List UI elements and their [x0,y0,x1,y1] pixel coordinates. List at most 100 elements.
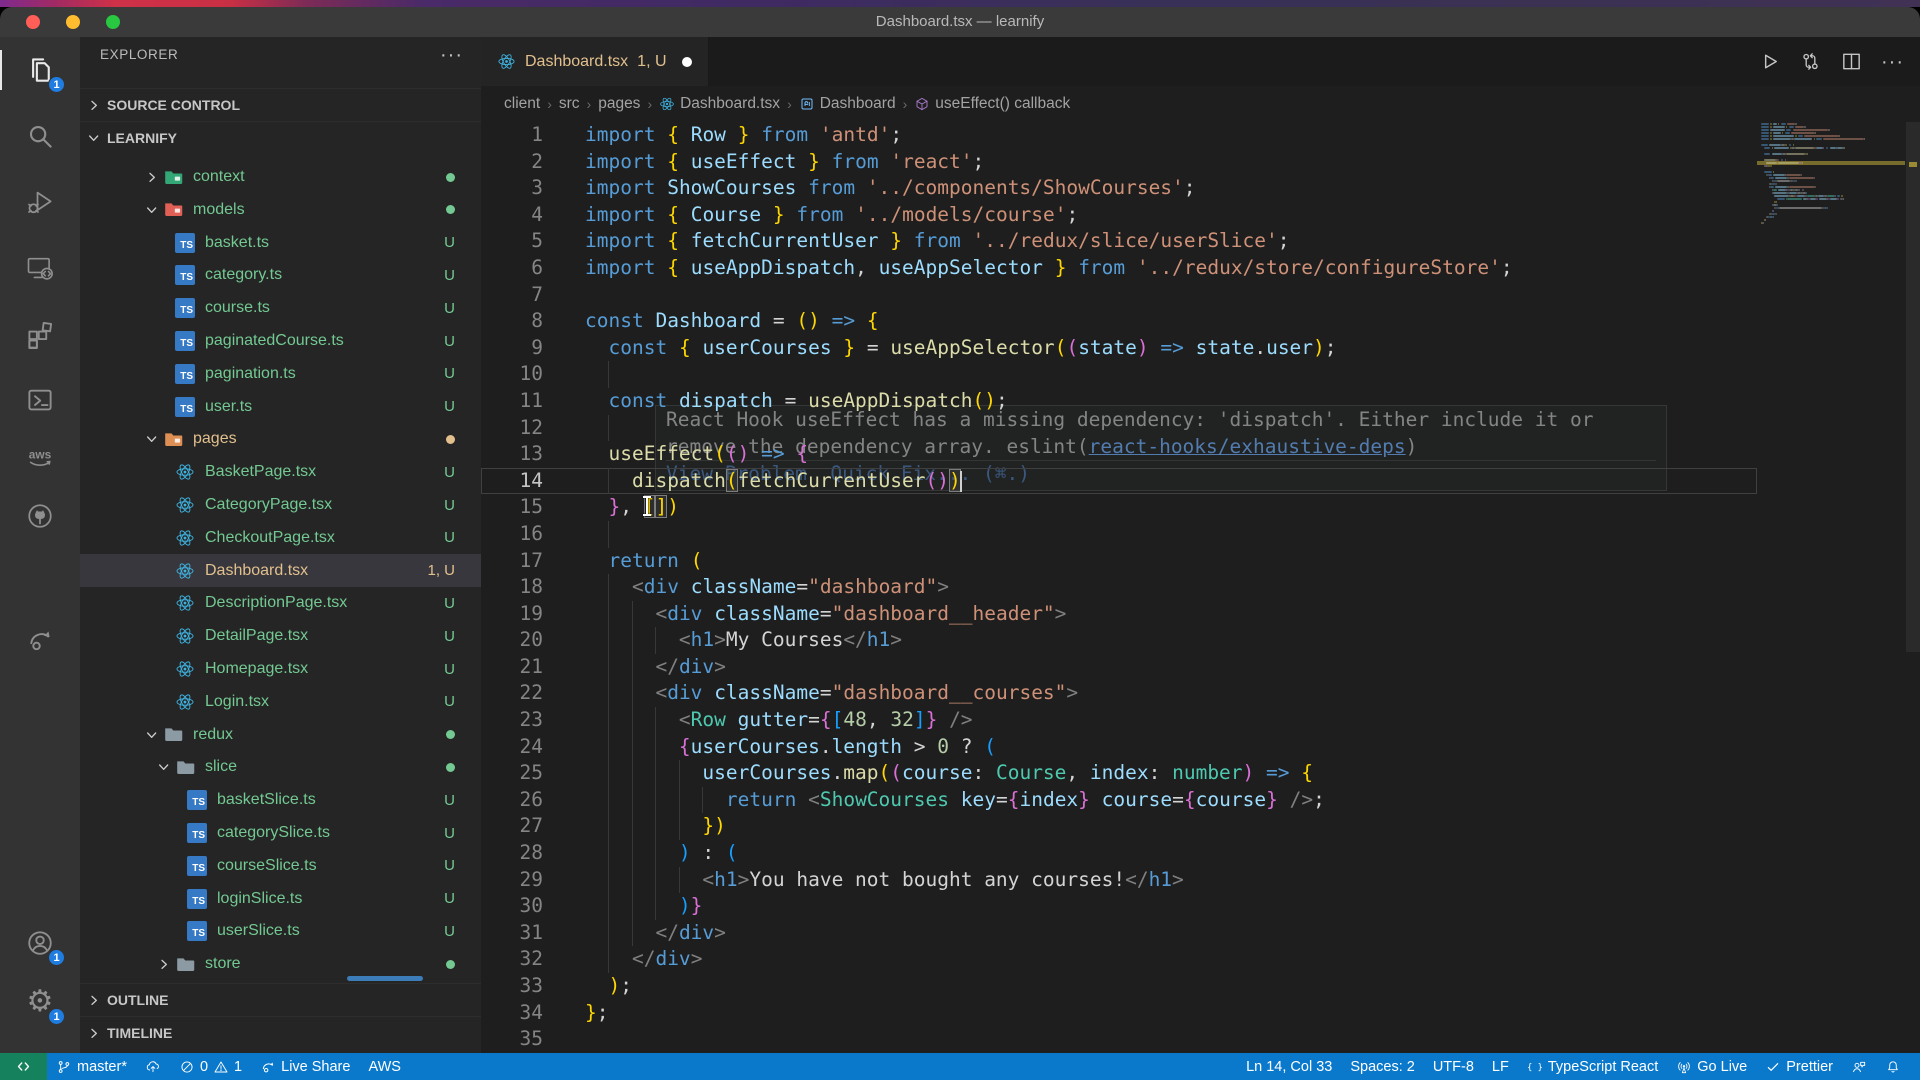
code-line-15[interactable]: 15 }, []) [481,494,1757,521]
code-line-32[interactable]: 32 </div> [481,946,1757,973]
status-prettier[interactable]: Prettier [1756,1053,1842,1080]
code-line-35[interactable]: 35 [481,1026,1757,1053]
code-line-6[interactable]: 6 import { useAppDispatch, useAppSelector… [481,255,1757,282]
activity-item-search[interactable] [0,112,80,160]
tree-item-basketSlice-ts[interactable]: TS basketSlice.ts U [80,784,481,817]
maximize-window-button[interactable] [106,15,120,29]
split-editor-button[interactable] [1840,50,1863,73]
code-line-28[interactable]: 28 ) : ( [481,840,1757,867]
section-outline[interactable]: OUTLINE [80,983,481,1016]
status-aws[interactable]: AWS [359,1053,410,1080]
code-line-19[interactable]: 19 <div className="dashboard__header"> [481,600,1757,628]
code-line-29[interactable]: 29 <h1>You have not bought any courses!<… [481,866,1757,894]
code-line-7[interactable]: 7 [481,282,1757,309]
activity-item-accounts[interactable]: 1 [0,919,80,967]
tree-item-paginatedCourse-ts[interactable]: TS paginatedCourse.ts U [80,325,481,358]
run-file-button[interactable] [1758,50,1781,73]
open-changes-button[interactable] [1799,50,1822,73]
status-go-live[interactable]: Go Live [1667,1053,1756,1080]
unsaved-dot-icon[interactable] [681,56,692,67]
code-line-33[interactable]: 33 ); [481,973,1757,1000]
tree-item-CategoryPage-tsx[interactable]: CategoryPage.tsx U [80,489,481,522]
status-sync[interactable] [136,1053,170,1080]
activity-item-settings[interactable]: ⚙ 1 [0,978,80,1026]
tree-item-pages[interactable]: pages [80,423,481,456]
breadcrumb-item[interactable]: Dashboard [799,95,896,113]
activity-item-github[interactable] [0,492,80,540]
status-cursor-position[interactable]: Ln 14, Col 33 [1237,1053,1341,1080]
status-problems[interactable]: 01 [170,1053,251,1080]
status-branch[interactable]: master* [47,1053,136,1080]
status-indentation[interactable]: Spaces: 2 [1341,1053,1424,1080]
minimize-window-button[interactable] [66,15,80,29]
close-window-button[interactable] [26,15,40,29]
code-line-21[interactable]: 21 </div> [481,653,1757,681]
tree-item-categorySlice-ts[interactable]: TS categorySlice.ts U [80,817,481,850]
code-line-14[interactable]: 14 dispatch(fetchCurrentUser()) [481,467,1757,495]
code-line-2[interactable]: 2 import { useEffect } from 'react'; [481,149,1757,176]
code-line-31[interactable]: 31 </div> [481,919,1757,947]
tree-item-Login-tsx[interactable]: Login.tsx U [80,685,481,718]
editor-more-actions-icon[interactable]: ··· [1881,52,1904,72]
breadcrumb-item[interactable]: src [559,95,580,113]
activity-item-remote-explorer[interactable] [0,244,80,292]
code-line-18[interactable]: 18 <div className="dashboard"> [481,574,1757,601]
code-line-27[interactable]: 27 }) [481,813,1757,841]
code-line-9[interactable]: 9 const { userCourses } = useAppSelector… [481,335,1757,362]
status-eol[interactable]: LF [1483,1053,1518,1080]
code-line-12[interactable]: 12 [481,414,1757,442]
activity-item-live-share[interactable] [0,616,80,664]
tab-dashboard-tsx[interactable]: Dashboard.tsx 1, U [481,37,709,86]
code-line-23[interactable]: 23 <Row gutter={[48, 32]} /> [481,707,1757,734]
breadcrumb-item[interactable]: Dashboard.tsx [659,95,780,113]
status-language[interactable]: { } TypeScript React [1518,1053,1667,1080]
tree-item-Homepage-tsx[interactable]: Homepage.tsx U [80,653,481,686]
code-line-16[interactable]: 16 [481,520,1757,548]
tree-item-Dashboard-tsx[interactable]: Dashboard.tsx 1, U [80,554,481,588]
code-line-22[interactable]: 22 <div className="dashboard__courses"> [481,680,1757,708]
activity-item-explorer[interactable]: 1 [0,46,80,94]
activity-item-run-debug[interactable] [0,178,80,226]
code-line-25[interactable]: 25 userCourses.map((course: Course, inde… [481,760,1757,787]
code-line-30[interactable]: 30 )} [481,893,1757,920]
breadcrumb-item[interactable]: client [504,95,540,113]
tree-item-user-ts[interactable]: TS user.ts U [80,390,481,423]
tree-item-BasketPage-tsx[interactable]: BasketPage.tsx U [80,456,481,489]
breadcrumb-item[interactable]: useEffect() callback [914,95,1070,113]
code-line-17[interactable]: 17 return ( [481,548,1757,575]
status-encoding[interactable]: UTF-8 [1424,1053,1483,1080]
activity-item-terminal-shell[interactable] [0,376,80,424]
status-feedback[interactable] [1842,1053,1876,1080]
tree-item-courseSlice-ts[interactable]: TS courseSlice.ts U [80,849,481,882]
code-line-11[interactable]: 11 const dispatch = useAppDispatch(); [481,388,1757,415]
tree-item-redux[interactable]: redux [80,718,481,751]
titlebar[interactable]: Dashboard.tsx — learnify [0,7,1920,37]
status-remote-indicator[interactable] [0,1053,47,1080]
breadcrumb-item[interactable]: pages [598,95,640,113]
code-line-5[interactable]: 5 import { fetchCurrentUser } from '../re… [481,228,1757,255]
activity-item-aws[interactable]: aws [0,434,80,482]
section-source-control[interactable]: SOURCE CONTROL [80,88,481,121]
status-live-share[interactable]: Live Share [251,1053,359,1080]
code-line-34[interactable]: 34}; [481,1000,1757,1027]
tree-item-CheckoutPage-tsx[interactable]: CheckoutPage.tsx U [80,521,481,554]
tree-item-userSlice-ts[interactable]: TS userSlice.ts U [80,915,481,948]
code-line-10[interactable]: 10 [481,361,1757,388]
code-line-8[interactable]: 8 const Dashboard = () => { [481,308,1757,335]
tree-item-loginSlice-ts[interactable]: TS loginSlice.ts U [80,882,481,915]
code-line-13[interactable]: 13 useEffect(() => { [481,441,1757,468]
code-line-24[interactable]: 24 {userCourses.length > 0 ? ( [481,733,1757,761]
tree-horizontal-scrollbar[interactable] [347,976,423,981]
tree-item-pagination-ts[interactable]: TS pagination.ts U [80,357,481,390]
code-line-20[interactable]: 20 <h1>My Courses</h1> [481,627,1757,654]
section-workspace-root[interactable]: LEARNIFY [80,121,481,154]
code-line-3[interactable]: 3 import ShowCourses from '../components/… [481,175,1757,202]
tree-item-models[interactable]: models [80,193,481,226]
tree-item-DescriptionPage-tsx[interactable]: DescriptionPage.tsx U [80,587,481,620]
code-viewport[interactable]: React Hook useEffect has a missing depen… [481,122,1920,1053]
tree-item-course-ts[interactable]: TS course.ts U [80,292,481,325]
tree-item-context[interactable]: context [80,161,481,194]
code-line-4[interactable]: 4 import { Course } from '../models/cours… [481,202,1757,229]
activity-item-extensions[interactable] [0,310,80,358]
code-line-26[interactable]: 26 return <ShowCourses key={index} cours… [481,786,1757,814]
